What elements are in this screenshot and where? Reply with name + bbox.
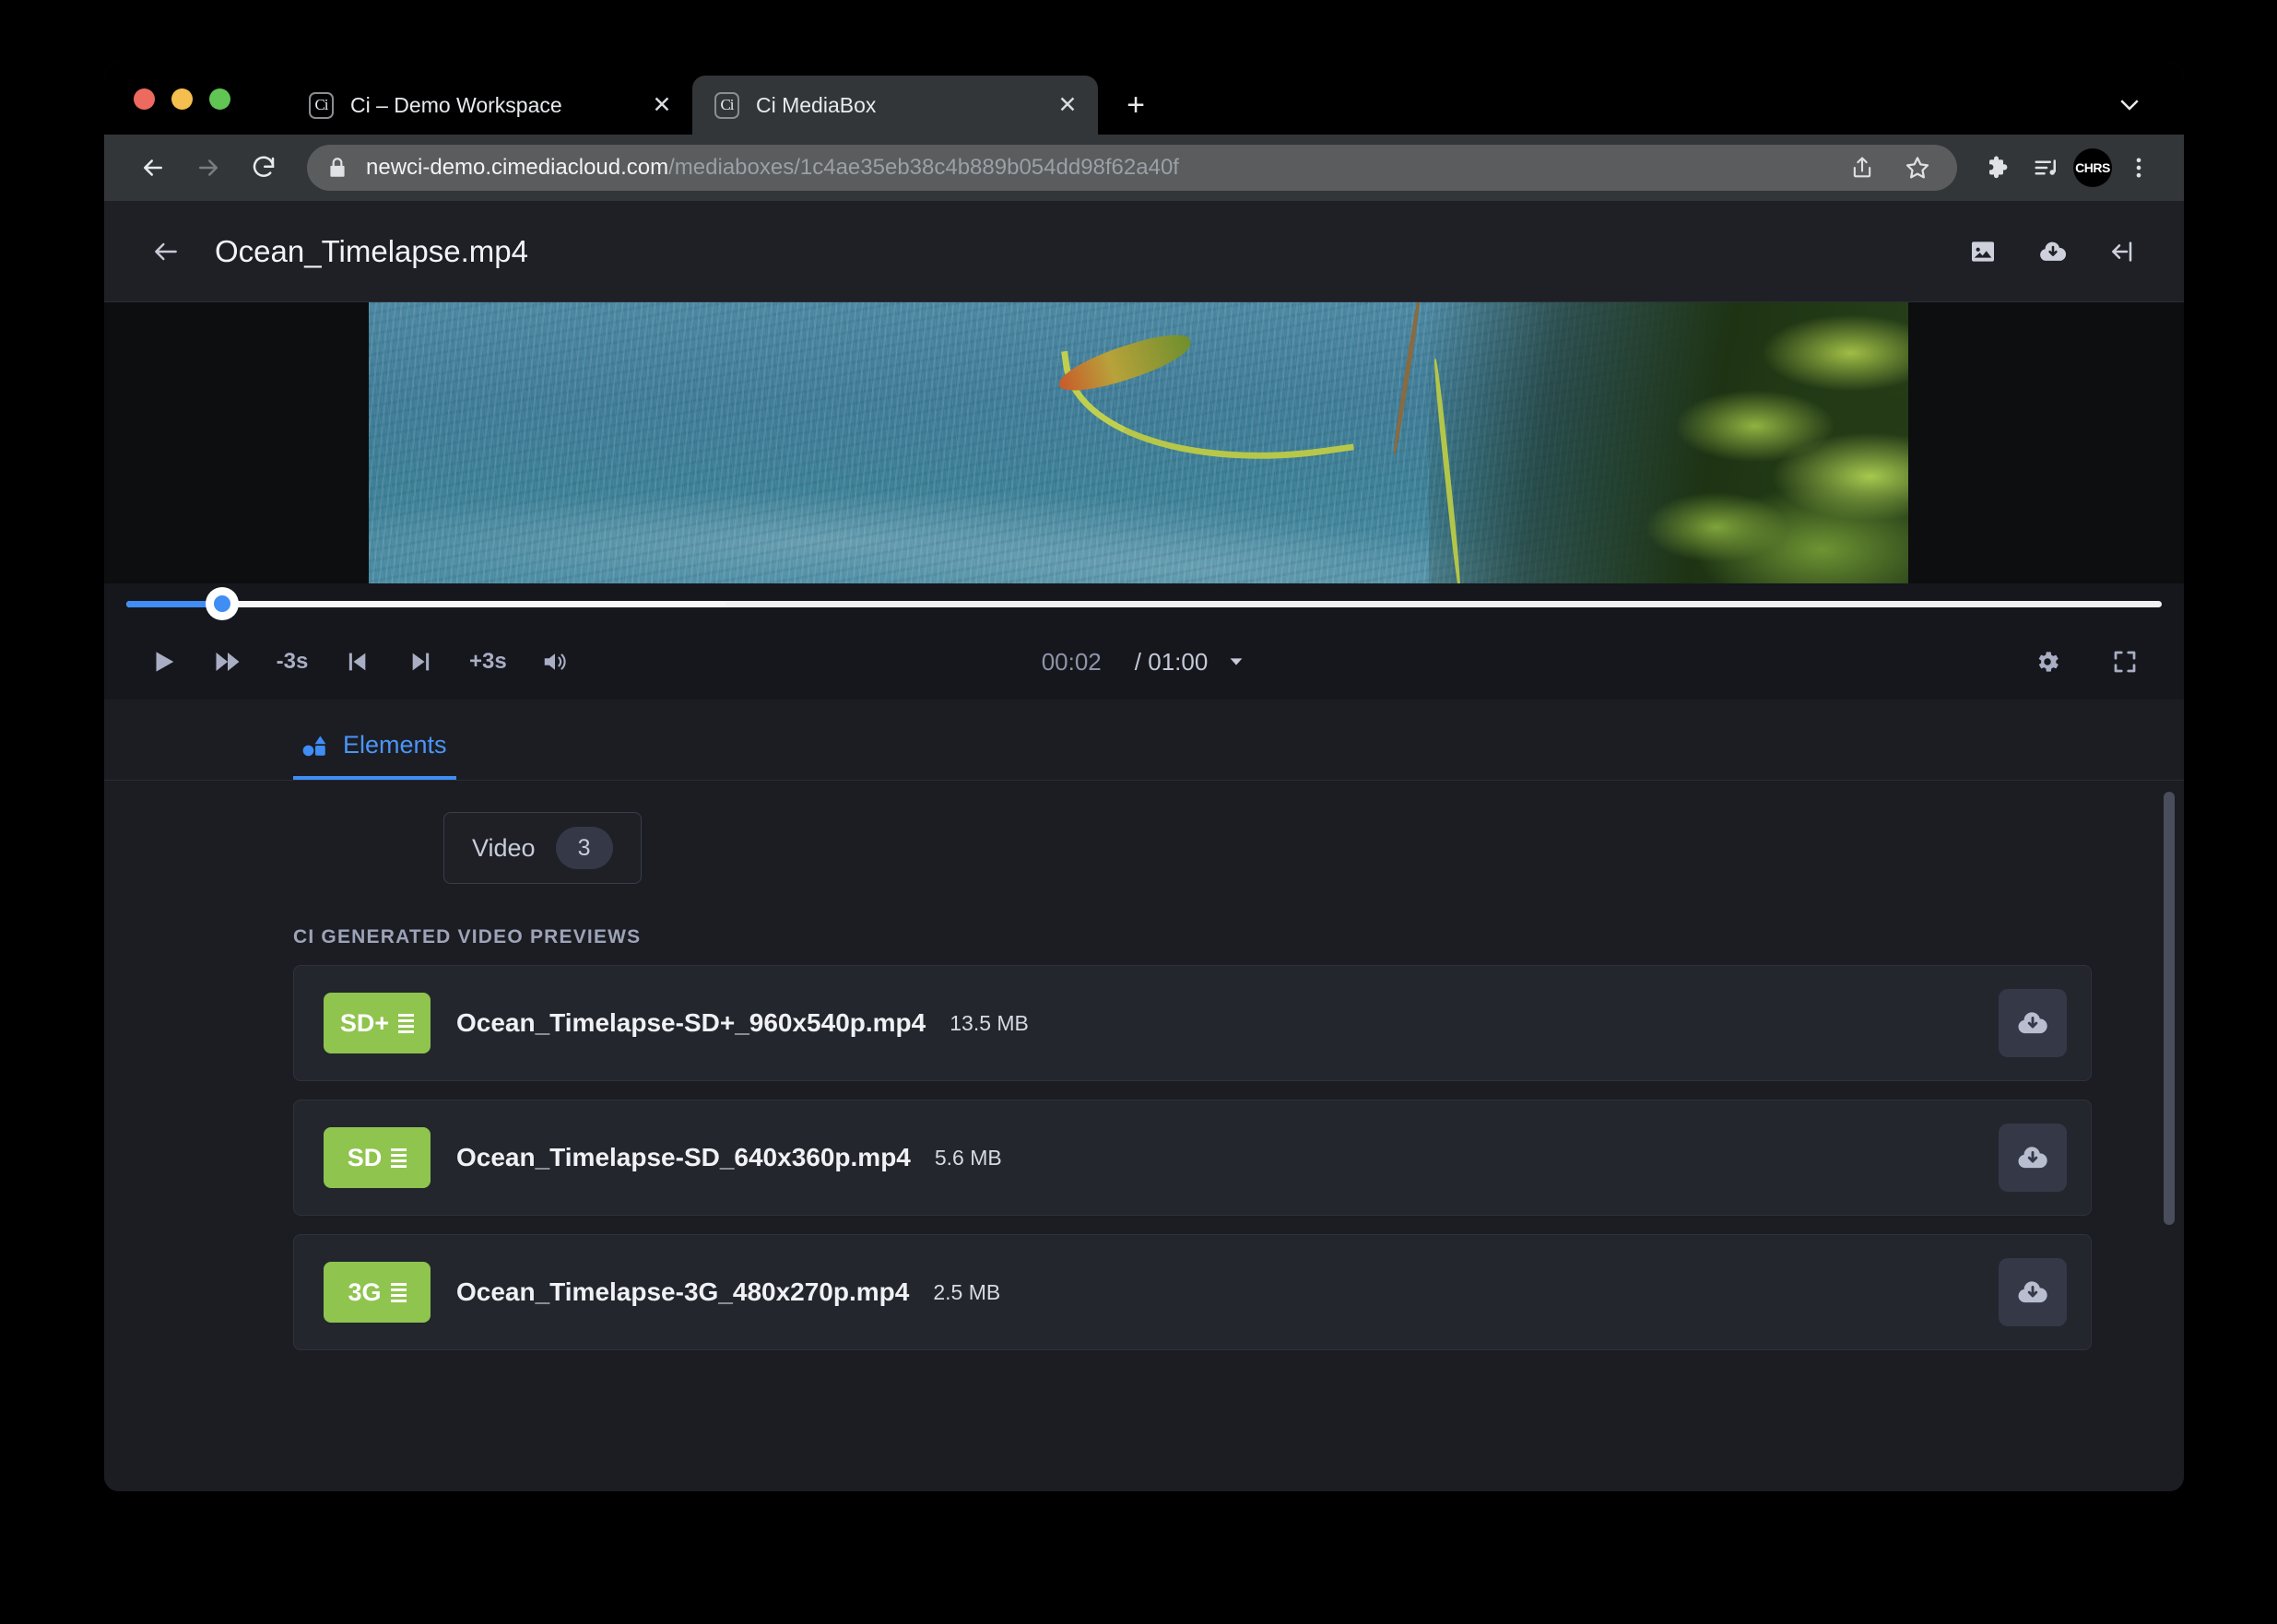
asset-size: 5.6 MB [934, 1145, 1002, 1170]
tab-strip: Ci Ci – Demo Workspace ✕ Ci Ci MediaBox … [104, 63, 2184, 135]
progress-row [104, 583, 2184, 624]
browser-window: Ci Ci – Demo Workspace ✕ Ci Ci MediaBox … [104, 63, 2184, 1491]
image-icon[interactable] [1963, 231, 2003, 272]
address-bar[interactable]: newci-demo.cimediacloud.com/mediaboxes/1… [307, 145, 1957, 191]
new-tab-button[interactable]: + [1115, 84, 1157, 126]
bookmark-star-icon[interactable] [1896, 147, 1939, 189]
three-dot-menu-icon[interactable] [2118, 147, 2160, 189]
quality-badge-label: SD [347, 1143, 383, 1171]
back-arrow-icon[interactable] [141, 227, 191, 277]
cloud-download-icon[interactable] [2033, 231, 2073, 272]
chevron-down-icon[interactable] [1226, 652, 1246, 672]
quality-badge-label: SD+ [339, 1008, 390, 1037]
close-window-button[interactable] [134, 88, 155, 110]
tab-search-chevron-down-icon[interactable] [2116, 90, 2143, 118]
app-header: Ocean_Timelapse.mp4 [104, 201, 2184, 302]
asset-name: Ocean_Timelapse-3G_480x270p.mp4 [456, 1277, 910, 1306]
play-icon[interactable] [141, 640, 185, 684]
url-path: /mediaboxes/1c4ae35eb38c4b889b054dd98f62… [668, 155, 1179, 180]
tab-close-icon[interactable]: ✕ [1054, 91, 1081, 119]
prev-frame-icon[interactable] [335, 640, 379, 684]
player-controls-left: -3s +3s [141, 640, 577, 684]
collapse-panel-icon[interactable] [2103, 231, 2143, 272]
player-controls: -3s +3s 00:02 / 01:00 [104, 624, 2184, 700]
stacked-lines-icon [390, 1282, 407, 1302]
asset-row[interactable]: SD+ Ocean_Timelapse-SD+_960x540p.mp4 13.… [293, 965, 2092, 1081]
forward-3s-button[interactable]: +3s [464, 640, 513, 684]
foliage [1429, 302, 1908, 583]
cloud-download-icon[interactable] [1999, 1258, 2067, 1326]
asset-size: 2.5 MB [933, 1279, 1001, 1304]
next-frame-icon[interactable] [399, 640, 443, 684]
share-icon[interactable] [1841, 147, 1883, 189]
tab-elements-label: Elements [343, 731, 447, 759]
asset-name: Ocean_Timelapse-SD+_960x540p.mp4 [456, 1008, 926, 1037]
asset-name: Ocean_Timelapse-SD_640x360p.mp4 [456, 1143, 911, 1171]
tab-list: Ci Ci – Demo Workspace ✕ Ci Ci MediaBox … [287, 76, 1157, 135]
minimize-window-button[interactable] [171, 88, 193, 110]
cloud-download-icon[interactable] [1999, 989, 2067, 1057]
filter-chip-label: Video [472, 833, 536, 862]
traffic-lights [134, 88, 230, 110]
browser-toolbar: newci-demo.cimediacloud.com/mediaboxes/1… [104, 135, 2184, 201]
quality-badge: SD+ [324, 993, 431, 1053]
filter-chip-count: 3 [555, 827, 613, 869]
tab-close-icon[interactable]: ✕ [648, 91, 676, 119]
panel-scrollbar[interactable] [2164, 792, 2175, 1225]
quality-badge: 3G [324, 1262, 431, 1323]
quality-badge-label: 3G [348, 1277, 382, 1306]
tab-elements[interactable]: Elements [293, 731, 456, 780]
profile-avatar[interactable]: CHRS [2073, 148, 2112, 187]
app-header-actions [1963, 231, 2143, 272]
player-controls-right [2025, 640, 2147, 684]
reload-icon[interactable] [239, 143, 289, 193]
browser-tab-title: Ci MediaBox [756, 92, 877, 117]
app-content: Ocean_Timelapse.mp4 -3s +3s 00:02 / 01:0… [104, 201, 2184, 1491]
quality-badge: SD [324, 1127, 431, 1188]
browser-tab-ci-mediabox[interactable]: Ci Ci MediaBox ✕ [692, 76, 1098, 135]
forward-icon[interactable] [183, 143, 233, 193]
asset-row[interactable]: 3G Ocean_Timelapse-3G_480x270p.mp4 2.5 M… [293, 1234, 2092, 1350]
fast-forward-icon[interactable] [206, 640, 250, 684]
page-title: Ocean_Timelapse.mp4 [215, 233, 528, 268]
gear-icon[interactable] [2025, 640, 2070, 684]
url-domain: newci-demo.cimediacloud.com [366, 155, 669, 180]
video-frame [369, 302, 1908, 583]
progress-scrubber[interactable] [126, 587, 2162, 620]
time-current: 00:02 [1041, 647, 1102, 676]
filter-row: Video 3 [104, 781, 2184, 884]
progress-thumb[interactable] [205, 587, 239, 620]
browser-tab-demo-workspace[interactable]: Ci Ci – Demo Workspace ✕ [287, 76, 692, 135]
time-total: / 01:00 [1134, 647, 1209, 676]
video-stage[interactable] [104, 302, 2184, 583]
fullscreen-icon[interactable] [2103, 640, 2147, 684]
video-player: -3s +3s 00:02 / 01:00 [104, 302, 2184, 700]
lock-icon [325, 156, 349, 180]
section-title: CI GENERATED VIDEO PREVIEWS [293, 926, 642, 947]
asset-size: 13.5 MB [950, 1010, 1029, 1035]
back-3s-button[interactable]: -3s [270, 640, 314, 684]
browser-tab-title: Ci – Demo Workspace [350, 92, 562, 117]
ci-favicon-icon: Ci [714, 91, 739, 119]
shapes-icon [302, 735, 328, 757]
omnibox-actions [1841, 147, 1939, 189]
back-icon[interactable] [128, 143, 178, 193]
stacked-lines-icon [398, 1013, 415, 1033]
asset-row[interactable]: SD Ocean_Timelapse-SD_640x360p.mp4 5.6 M… [293, 1100, 2092, 1216]
elements-panel: Video 3 CI GENERATED VIDEO PREVIEWS SD+ … [104, 781, 2184, 1491]
stacked-lines-icon [391, 1147, 407, 1168]
extensions-puzzle-icon[interactable] [1977, 147, 2020, 189]
cloud-download-icon[interactable] [1999, 1124, 2067, 1192]
ci-favicon-icon: Ci [309, 91, 334, 119]
address-bar-url: newci-demo.cimediacloud.com/mediaboxes/1… [366, 155, 1179, 181]
asset-list: SD+ Ocean_Timelapse-SD+_960x540p.mp4 13.… [293, 965, 2092, 1350]
panel-tab-bar: Elements [104, 700, 2184, 781]
media-playlist-icon[interactable] [2025, 147, 2068, 189]
maximize-window-button[interactable] [209, 88, 230, 110]
filter-chip-video[interactable]: Video 3 [443, 812, 642, 884]
volume-icon[interactable] [533, 640, 577, 684]
